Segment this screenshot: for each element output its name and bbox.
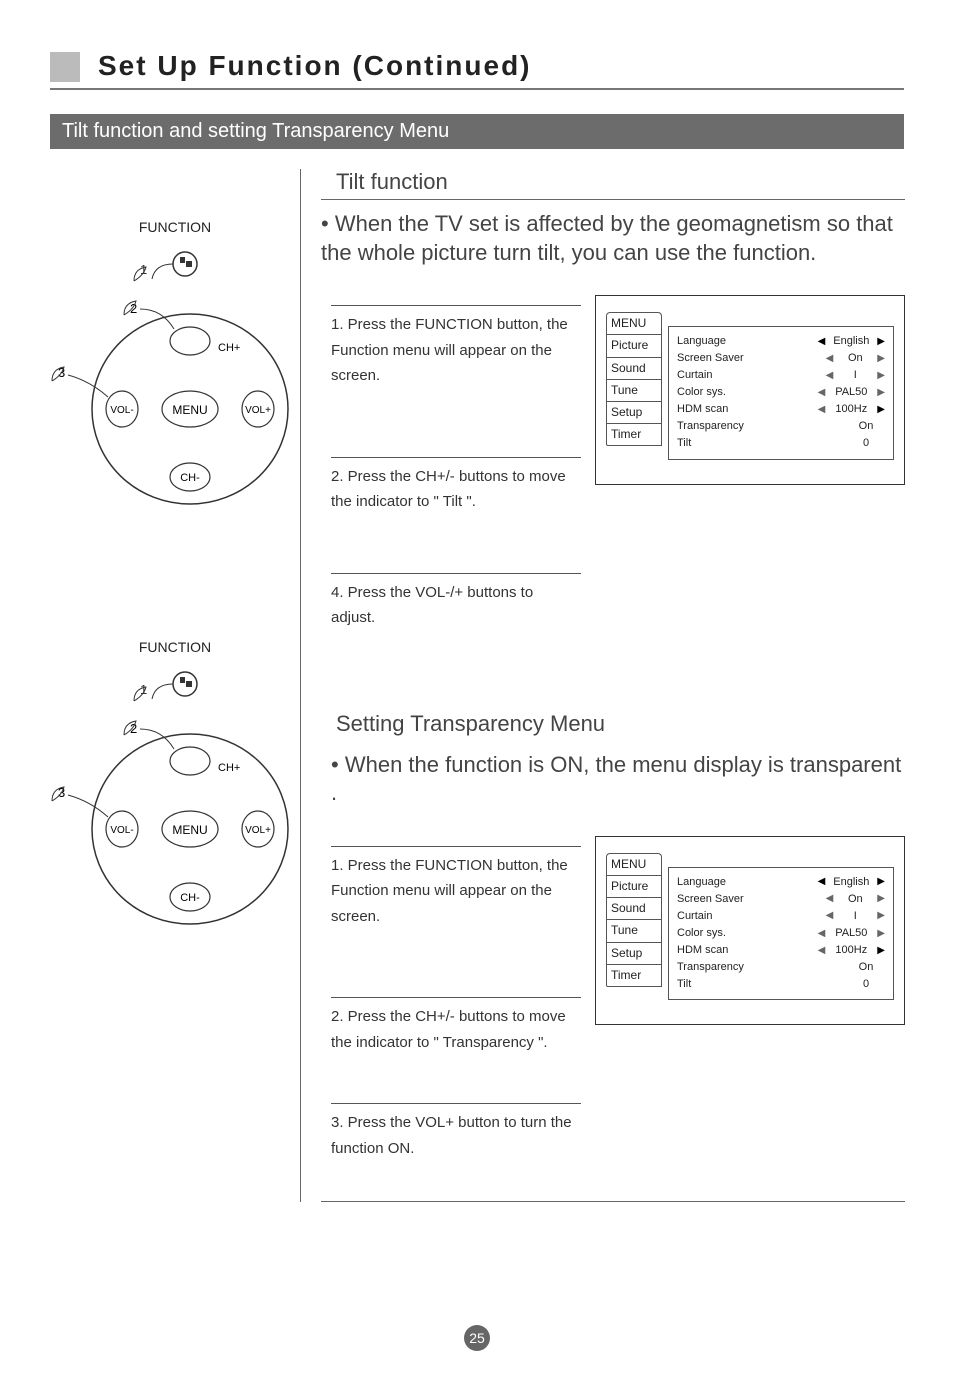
section-bar: Tilt function and setting Transparency M… xyxy=(50,114,904,149)
remote-diagram-1: FUNCTION 1 xyxy=(50,219,300,519)
osd-screenshot-tilt: MENU Picture Sound Tune Setup Timer Lang… xyxy=(595,295,905,484)
osd-tab-menu: MENU xyxy=(606,312,662,334)
remote-dpad-icon: MENU VOL- VOL+ CH+ CH- 2 3 xyxy=(50,289,300,519)
page-title: Set Up Function (Continued) xyxy=(98,50,532,82)
osd-tab-picture: Picture xyxy=(606,334,662,356)
osd-screenshot-transparency: MENU Picture Sound Tune Setup Timer Lang… xyxy=(595,836,905,1025)
tilt-heading: Tilt function xyxy=(336,169,448,194)
title-accent-box xyxy=(50,52,80,82)
remote-diagram-2: FUNCTION 1 xyxy=(50,639,300,939)
svg-text:VOL-: VOL- xyxy=(110,825,133,836)
transparency-intro: When the function is ON, the menu displa… xyxy=(321,751,905,808)
osd-tab-setup: Setup xyxy=(606,401,662,423)
page-number: 25 xyxy=(464,1325,490,1351)
tilt-step-4: 4. Press the VOL-/+ buttons to adjust. xyxy=(331,580,581,631)
osd-tab-sound: Sound xyxy=(606,897,662,919)
remote-dpad-icon: MENU VOL- VOL+ CH+ CH- 2 3 xyxy=(50,709,300,939)
tilt-intro: When the TV set is affected by the geoma… xyxy=(321,210,905,267)
osd-tab-timer: Timer xyxy=(606,964,662,987)
svg-text:2: 2 xyxy=(130,721,137,736)
function-label: FUNCTION xyxy=(50,639,300,655)
svg-text:VOL+: VOL+ xyxy=(245,405,271,416)
osd-tab-timer: Timer xyxy=(606,423,662,446)
tilt-step-2: 2. Press the CH+/- buttons to move the i… xyxy=(331,464,581,515)
svg-text:VOL-: VOL- xyxy=(110,405,133,416)
svg-text:1: 1 xyxy=(140,682,147,697)
transparency-step-3: 3. Press the VOL+ button to turn the fun… xyxy=(331,1110,581,1161)
title-row: Set Up Function (Continued) xyxy=(50,50,904,90)
osd-tab-sound: Sound xyxy=(606,357,662,379)
svg-text:1: 1 xyxy=(140,262,147,277)
osd-tab-menu: MENU xyxy=(606,853,662,875)
svg-text:CH-: CH- xyxy=(180,892,200,904)
svg-text:MENU: MENU xyxy=(172,403,207,417)
transparency-step-2: 2. Press the CH+/- buttons to move the i… xyxy=(331,1004,581,1055)
svg-text:VOL+: VOL+ xyxy=(245,825,271,836)
svg-text:CH-: CH- xyxy=(180,472,200,484)
osd-tab-setup: Setup xyxy=(606,942,662,964)
svg-text:MENU: MENU xyxy=(172,823,207,837)
function-label: FUNCTION xyxy=(50,219,300,235)
osd-tab-picture: Picture xyxy=(606,875,662,897)
transparency-step-1: 1. Press the FUNCTION button, the Functi… xyxy=(331,853,581,930)
osd-tab-tune: Tune xyxy=(606,919,662,941)
svg-text:CH+: CH+ xyxy=(218,342,240,354)
svg-text:CH+: CH+ xyxy=(218,762,240,774)
svg-text:2: 2 xyxy=(130,301,137,316)
transparency-heading: Setting Transparency Menu xyxy=(336,711,605,736)
tilt-step-1: 1. Press the FUNCTION button, the Functi… xyxy=(331,312,581,389)
osd-tab-tune: Tune xyxy=(606,379,662,401)
